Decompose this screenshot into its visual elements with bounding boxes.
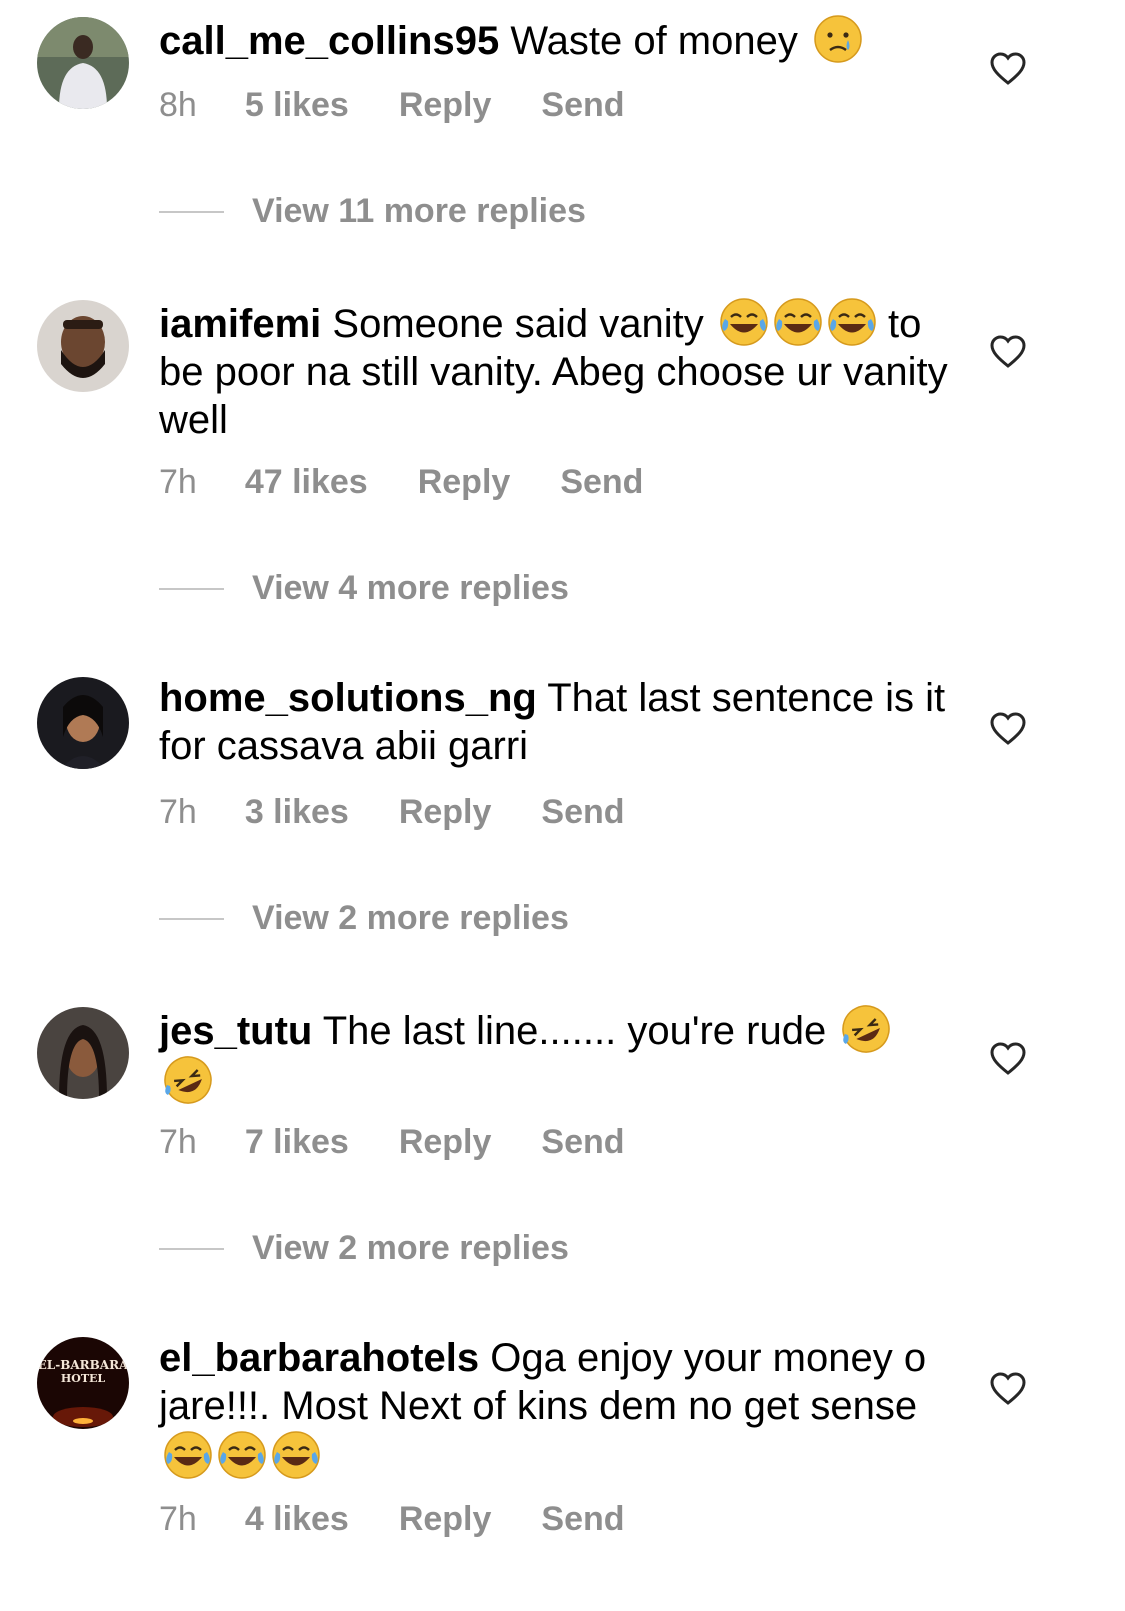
comment-meta: 7h 47 likes Reply Send [159,463,643,502]
view-replies-button[interactable]: View 4 more replies [159,569,569,608]
avatar[interactable] [37,17,129,109]
tears-of-joy-emoji-icon [217,1430,267,1480]
avatar[interactable] [37,1007,129,1099]
comment-meta: 7h 3 likes Reply Send [159,793,625,832]
tears-of-joy-emoji-icon [163,1430,213,1480]
user-photo-icon [37,677,129,769]
reply-button[interactable]: Reply [399,86,492,125]
rolling-laughing-emoji-icon [841,1004,891,1054]
comment-text: home_solutions_ng That last sentence is … [159,674,949,770]
comment-text: jes_tutu The last line....... you're rud… [159,1004,949,1106]
comment-username[interactable]: iamifemi [159,302,321,346]
avatar[interactable]: EL-BARBARA HOTEL [37,1337,129,1429]
comment-time: 7h [159,1500,197,1538]
comment-username[interactable]: jes_tutu [159,1009,312,1053]
view-replies-label: View 4 more replies [252,569,569,607]
comment-username[interactable]: el_barbarahotels [159,1336,479,1380]
comment-body: The last line....... you're rude [322,1009,827,1053]
comment-body: Waste of money [510,19,798,63]
reply-button[interactable]: Reply [418,463,511,502]
avatar[interactable] [37,300,129,392]
view-replies-label: View 2 more replies [252,899,569,937]
like-heart-icon[interactable] [990,52,1026,86]
svg-text:EL-BARBARA: EL-BARBARA [38,1358,129,1372]
send-button[interactable]: Send [541,1500,624,1539]
reply-button[interactable]: Reply [399,1500,492,1539]
likes-count[interactable]: 47 likes [245,463,368,502]
send-button[interactable]: Send [560,463,643,502]
like-heart-icon[interactable] [990,1042,1026,1076]
reply-button[interactable]: Reply [399,793,492,832]
comment-time: 7h [159,463,197,501]
comment-meta: 7h 7 likes Reply Send [159,1123,625,1162]
comment-meta: 7h 4 likes Reply Send [159,1500,625,1539]
likes-count[interactable]: 7 likes [245,1123,349,1162]
rolling-laughing-emoji-icon [163,1055,213,1105]
likes-count[interactable]: 5 likes [245,86,349,125]
tears-of-joy-emoji-icon [773,297,823,347]
comment-text: el_barbarahotels Oga enjoy your money o … [159,1334,949,1481]
comment-text: iamifemi Someone said vanity to be poor … [159,297,949,444]
user-photo-icon [37,17,129,109]
view-replies-button[interactable]: View 2 more replies [159,1229,569,1268]
divider-line [159,1247,224,1250]
hotel-logo-icon: EL-BARBARA HOTEL [37,1337,129,1429]
like-heart-icon[interactable] [990,335,1026,369]
avatar[interactable] [37,677,129,769]
user-photo-icon [37,1007,129,1099]
view-replies-label: View 2 more replies [252,1229,569,1267]
crying-face-emoji-icon [813,14,863,64]
tears-of-joy-emoji-icon [271,1430,321,1480]
reply-button[interactable]: Reply [399,1123,492,1162]
like-heart-icon[interactable] [990,712,1026,746]
comment-body: Someone said vanity [332,302,704,346]
likes-count[interactable]: 3 likes [245,793,349,832]
view-replies-button[interactable]: View 11 more replies [159,192,586,231]
comment-time: 8h [159,86,197,124]
like-heart-icon[interactable] [990,1372,1026,1406]
svg-text:HOTEL: HOTEL [61,1372,106,1385]
comment-time: 7h [159,793,197,831]
comment-username[interactable]: call_me_collins95 [159,19,499,63]
tears-of-joy-emoji-icon [827,297,877,347]
user-photo-icon [37,300,129,392]
view-replies-label: View 11 more replies [252,192,586,230]
view-replies-button[interactable]: View 2 more replies [159,899,569,938]
tears-of-joy-emoji-icon [719,297,769,347]
send-button[interactable]: Send [541,86,624,125]
likes-count[interactable]: 4 likes [245,1500,349,1539]
divider-line [159,587,224,590]
comment-username[interactable]: home_solutions_ng [159,676,537,720]
comment-time: 7h [159,1123,197,1161]
comment-text: call_me_collins95 Waste of money [159,14,949,65]
comment-meta: 8h 5 likes Reply Send [159,86,625,125]
divider-line [159,917,224,920]
divider-line [159,210,224,213]
send-button[interactable]: Send [541,793,624,832]
send-button[interactable]: Send [541,1123,624,1162]
